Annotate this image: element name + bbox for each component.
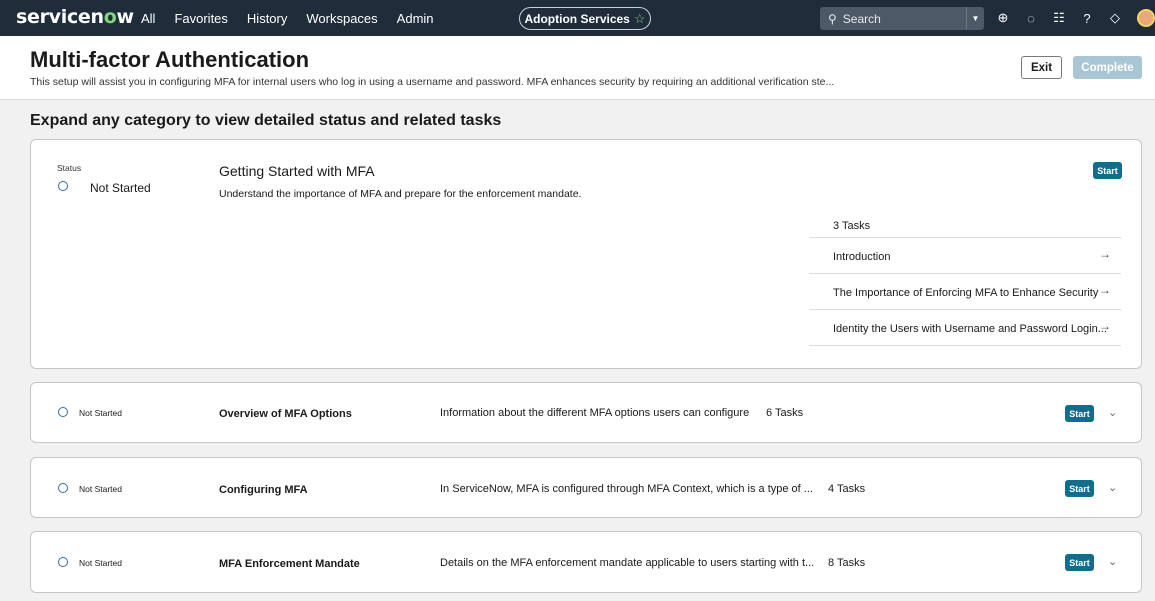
arrow-right-icon: → bbox=[1099, 319, 1111, 333]
status-radio-icon bbox=[58, 483, 68, 493]
header-icons: ⊕ ◌ ☷ ? ◇ bbox=[996, 0, 1122, 36]
search-input[interactable]: ⚲ Search bbox=[820, 7, 966, 30]
category-description: Understand the importance of MFA and pre… bbox=[219, 188, 582, 200]
list-icon[interactable]: ☷ bbox=[1052, 10, 1066, 26]
status-radio-icon bbox=[58, 407, 68, 417]
start-button[interactable]: Start bbox=[1065, 480, 1094, 497]
task-label: The Importance of Enforcing MFA to Enhan… bbox=[833, 287, 1099, 299]
page-description: This setup will assist you in configurin… bbox=[30, 76, 835, 88]
nav-admin[interactable]: Admin bbox=[397, 11, 434, 26]
task-item[interactable]: Identity the Users with Username and Pas… bbox=[809, 310, 1121, 346]
chat-icon[interactable]: ◌ bbox=[1024, 11, 1038, 26]
status-text: Not Started bbox=[79, 408, 122, 418]
chevron-down-icon[interactable]: ⌄ bbox=[1108, 555, 1117, 568]
app-pill[interactable]: Adoption Services ☆ bbox=[519, 7, 651, 30]
nav-history[interactable]: History bbox=[247, 11, 287, 26]
status-radio-icon bbox=[58, 181, 68, 191]
task-list: 3 Tasks Introduction → The Importance of… bbox=[809, 212, 1121, 346]
task-count: 8 Tasks bbox=[828, 557, 866, 569]
servicenow-logo[interactable]: servicenow bbox=[16, 6, 134, 28]
search-icon: ⚲ bbox=[828, 11, 837, 26]
category-description: Details on the MFA enforcement mandate a… bbox=[440, 557, 815, 569]
status-text: Not Started bbox=[79, 484, 122, 494]
avatar[interactable] bbox=[1137, 9, 1155, 27]
top-nav: servicenow All Favorites History Workspa… bbox=[0, 0, 1155, 36]
category-title: Getting Started with MFA bbox=[219, 163, 375, 179]
category-description: Information about the different MFA opti… bbox=[440, 407, 750, 419]
task-label: Identity the Users with Username and Pas… bbox=[833, 323, 1107, 335]
nav-all[interactable]: All bbox=[141, 11, 155, 26]
start-button[interactable]: Start bbox=[1065, 405, 1094, 422]
category-title: Overview of MFA Options bbox=[219, 408, 352, 420]
chevron-down-icon[interactable]: ⌄ bbox=[1108, 406, 1117, 419]
category-card[interactable]: Not Started MFA Enforcement Mandate Deta… bbox=[30, 531, 1142, 593]
category-description: In ServiceNow, MFA is configured through… bbox=[440, 483, 813, 495]
arrow-right-icon: → bbox=[1099, 283, 1111, 297]
status-text: Not Started bbox=[90, 181, 151, 195]
nav-favorites[interactable]: Favorites bbox=[174, 11, 227, 26]
page-title: Multi-factor Authentication bbox=[30, 47, 310, 72]
complete-button[interactable]: Complete bbox=[1073, 56, 1142, 79]
bell-icon[interactable]: ◇ bbox=[1108, 10, 1122, 26]
task-count: 3 Tasks bbox=[809, 212, 1121, 238]
status-text: Not Started bbox=[79, 558, 122, 568]
chevron-down-icon[interactable]: ⌄ bbox=[1108, 481, 1117, 494]
search-placeholder: Search bbox=[842, 11, 881, 26]
category-title: MFA Enforcement Mandate bbox=[219, 558, 360, 570]
task-count: 4 Tasks bbox=[828, 483, 866, 495]
status-label: Status bbox=[57, 163, 82, 173]
category-title: Configuring MFA bbox=[219, 484, 308, 496]
status-radio-icon bbox=[58, 557, 68, 567]
globe-icon[interactable]: ⊕ bbox=[996, 10, 1010, 26]
category-card[interactable]: Not Started Configuring MFA In ServiceNo… bbox=[30, 457, 1142, 518]
category-card[interactable]: Not Started Overview of MFA Options Info… bbox=[30, 382, 1142, 443]
page-header: Multi-factor Authentication This setup w… bbox=[0, 36, 1155, 100]
task-label: Introduction bbox=[833, 251, 891, 263]
app-pill-label: Adoption Services bbox=[524, 11, 630, 26]
exit-button[interactable]: Exit bbox=[1021, 56, 1062, 79]
task-count: 6 Tasks bbox=[766, 407, 804, 419]
search-scope-dropdown[interactable]: ▼ bbox=[966, 7, 984, 30]
section-heading: Expand any category to view detailed sta… bbox=[30, 112, 502, 129]
start-button[interactable]: Start bbox=[1093, 162, 1122, 179]
nav-workspaces[interactable]: Workspaces bbox=[306, 11, 377, 26]
help-icon[interactable]: ? bbox=[1080, 11, 1094, 26]
star-icon[interactable]: ☆ bbox=[634, 11, 646, 27]
task-item[interactable]: Introduction → bbox=[809, 238, 1121, 274]
nav-menu: All Favorites History Workspaces Admin bbox=[141, 0, 453, 36]
task-item[interactable]: The Importance of Enforcing MFA to Enhan… bbox=[809, 274, 1121, 310]
arrow-right-icon: → bbox=[1099, 247, 1111, 261]
category-card-expanded[interactable]: Status Not Started Getting Started with … bbox=[30, 139, 1142, 369]
start-button[interactable]: Start bbox=[1065, 554, 1094, 571]
